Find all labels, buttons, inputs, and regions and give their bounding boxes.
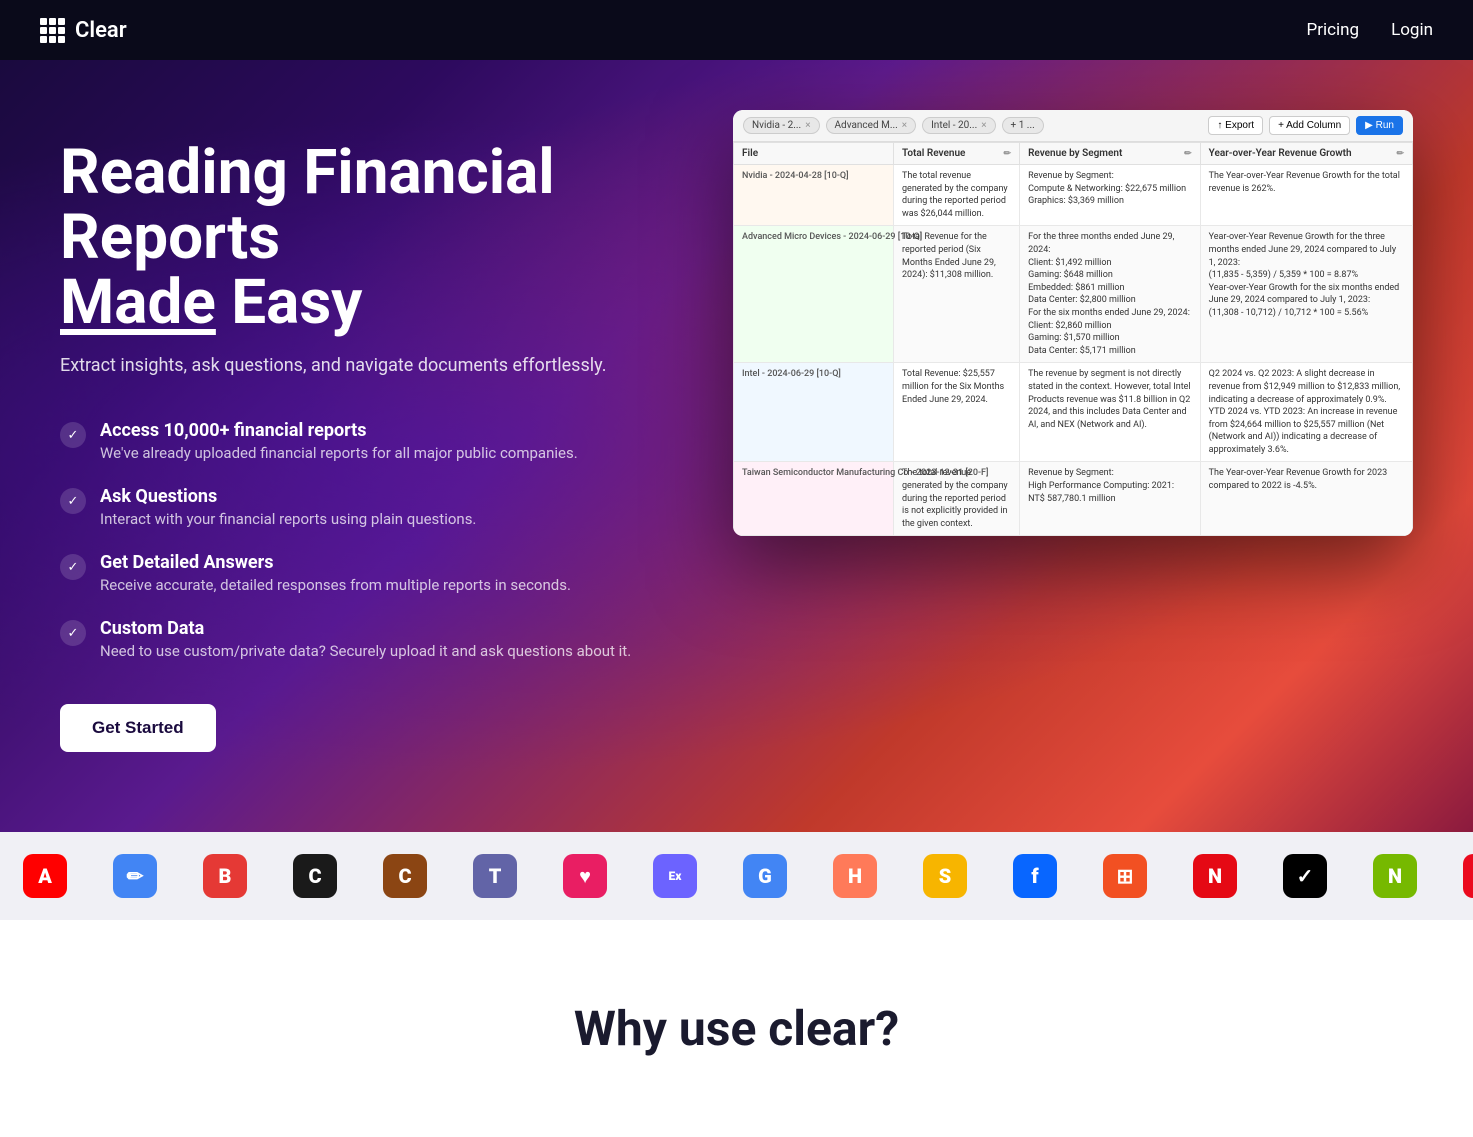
logo-brex: B xyxy=(180,848,270,904)
feature-desc-1: Interact with your financial reports usi… xyxy=(100,510,476,528)
cell-file-1: Advanced Micro Devices - 2024-06-29 [10-… xyxy=(734,226,894,363)
feature-desc-3: Need to use custom/private data? Securel… xyxy=(100,642,631,660)
logo-annotation: ✏ xyxy=(90,848,180,904)
table-row-3: Taiwan Semiconductor Manufacturing Co - … xyxy=(734,462,1413,536)
dash-tag-1[interactable]: Advanced M... × xyxy=(826,117,917,134)
table-row-0: Nvidia - 2024-04-28 [10-Q] The total rev… xyxy=(734,165,1413,226)
get-started-button[interactable]: Get Started xyxy=(60,704,216,752)
logo-excalidraw: Ex xyxy=(630,848,720,904)
check-icon-3: ✓ xyxy=(60,620,86,646)
feature-desc-2: Receive accurate, detailed responses fro… xyxy=(100,576,571,594)
cell-segment-1: For the three months ended June 29, 2024… xyxy=(1020,226,1201,363)
export-button[interactable]: ↑ Export xyxy=(1208,116,1263,135)
logo-chipotle: C xyxy=(360,848,450,904)
dash-tags: Nvidia - 2... × Advanced M... × Intel - … xyxy=(743,117,1044,134)
check-icon-1: ✓ xyxy=(60,488,86,514)
dashboard-table: File Total Revenue ✏ Revenue by Segment … xyxy=(733,142,1413,536)
cell-revenue-2: Total Revenue: $25,557 million for the S… xyxy=(894,363,1020,462)
cell-revenue-0: The total revenue generated by the compa… xyxy=(894,165,1020,226)
cell-file-2: Intel - 2024-06-29 [10-Q] xyxy=(734,363,894,462)
logo[interactable]: Clear xyxy=(40,18,127,43)
cell-yoy-2: Q2 2024 vs. Q2 2023: A slight decrease i… xyxy=(1200,363,1412,462)
cell-yoy-1: Year-over-Year Revenue Growth for the th… xyxy=(1200,226,1412,363)
dash-tag-0[interactable]: Nvidia - 2... × xyxy=(743,117,820,134)
logos-bar: A✏BCCT♥ExGHSf⊞N✓NTTVWW xyxy=(0,832,1473,920)
feature-desc-0: We've already uploaded financial reports… xyxy=(100,444,578,462)
cell-segment-3: Revenue by Segment: High Performance Com… xyxy=(1020,462,1201,536)
table-row-1: Advanced Micro Devices - 2024-06-29 [10-… xyxy=(734,226,1413,363)
cell-revenue-3: The total revenue generated by the compa… xyxy=(894,462,1020,536)
cell-segment-2: The revenue by segment is not directly s… xyxy=(1020,363,1201,462)
check-icon-2: ✓ xyxy=(60,554,86,580)
col-header-segment: Revenue by Segment ✏ xyxy=(1020,143,1201,165)
pricing-link[interactable]: Pricing xyxy=(1306,20,1359,40)
logo-sketch: S xyxy=(900,848,990,904)
feature-title-1: Ask Questions xyxy=(100,486,476,507)
add-column-button[interactable]: + Add Column xyxy=(1269,116,1350,135)
logo-toyota: T xyxy=(1440,848,1473,904)
hero-title-easy: Easy xyxy=(231,266,362,339)
hero-subtitle: Extract insights, ask questions, and nav… xyxy=(60,355,640,376)
feature-item-0: ✓ Access 10,000+ financial reports We've… xyxy=(60,420,640,462)
col-header-yoy: Year-over-Year Revenue Growth ✏ xyxy=(1200,143,1412,165)
logos-track: A✏BCCT♥ExGHSf⊞N✓NTTVWW xyxy=(0,848,1473,904)
hero-right: Nvidia - 2... × Advanced M... × Intel - … xyxy=(640,120,1413,536)
logo-meta: f xyxy=(990,848,1080,904)
hero-left: Reading Financial Reports Made Easy Extr… xyxy=(60,120,640,752)
logo-google: G xyxy=(720,848,810,904)
feature-title-0: Access 10,000+ financial reports xyxy=(100,420,578,441)
logo-microsoft: ⊞ xyxy=(1080,848,1170,904)
logo-teams: T xyxy=(450,848,540,904)
feature-title-3: Custom Data xyxy=(100,618,631,639)
dash-tag-2[interactable]: Intel - 20... × xyxy=(922,117,995,134)
feature-title-2: Get Detailed Answers xyxy=(100,552,571,573)
logo-coda: C xyxy=(270,848,360,904)
dash-toolbar-right: ↑ Export + Add Column ▶ Run xyxy=(1208,116,1403,135)
cell-yoy-0: The Year-over-Year Revenue Growth for th… xyxy=(1200,165,1412,226)
logo-adobe: A xyxy=(0,848,90,904)
logo-hubspot: H xyxy=(810,848,900,904)
table-row-2: Intel - 2024-06-29 [10-Q] Total Revenue:… xyxy=(734,363,1413,462)
logo-health: ♥ xyxy=(540,848,630,904)
dashboard-mock: Nvidia - 2... × Advanced M... × Intel - … xyxy=(733,110,1413,536)
hero-title: Reading Financial Reports Made Easy xyxy=(60,140,640,335)
hero-section: Reading Financial Reports Made Easy Extr… xyxy=(0,60,1473,832)
why-section: Why use clear? xyxy=(0,920,1473,1137)
feature-item-1: ✓ Ask Questions Interact with your finan… xyxy=(60,486,640,528)
why-title: Why use clear? xyxy=(60,1000,1413,1057)
feature-item-3: ✓ Custom Data Need to use custom/private… xyxy=(60,618,640,660)
hero-title-line1: Reading Financial Reports xyxy=(60,136,555,274)
cell-segment-0: Revenue by Segment: Compute & Networking… xyxy=(1020,165,1201,226)
dash-tag-more[interactable]: + 1 ... xyxy=(1002,117,1044,134)
logo-nike: ✓ xyxy=(1260,848,1350,904)
cell-file-3: Taiwan Semiconductor Manufacturing Co - … xyxy=(734,462,894,536)
col-header-file: File xyxy=(734,143,894,165)
navbar: Clear Pricing Login xyxy=(0,0,1473,60)
logo-grid-icon xyxy=(40,18,65,43)
dash-toolbar: Nvidia - 2... × Advanced M... × Intel - … xyxy=(733,110,1413,142)
login-link[interactable]: Login xyxy=(1391,20,1433,40)
run-button[interactable]: ▶ Run xyxy=(1356,116,1403,135)
check-icon-0: ✓ xyxy=(60,422,86,448)
logo-nvidia: N xyxy=(1350,848,1440,904)
cell-yoy-3: The Year-over-Year Revenue Growth for 20… xyxy=(1200,462,1412,536)
logo-netflix: N xyxy=(1170,848,1260,904)
col-header-revenue: Total Revenue ✏ xyxy=(894,143,1020,165)
feature-item-2: ✓ Get Detailed Answers Receive accurate,… xyxy=(60,552,640,594)
cell-file-0: Nvidia - 2024-04-28 [10-Q] xyxy=(734,165,894,226)
logo-text: Clear xyxy=(75,18,127,43)
nav-links: Pricing Login xyxy=(1306,20,1433,40)
cell-revenue-1: Total Revenue for the reported period (S… xyxy=(894,226,1020,363)
feature-list: ✓ Access 10,000+ financial reports We've… xyxy=(60,420,640,660)
hero-title-made: Made xyxy=(60,266,216,339)
